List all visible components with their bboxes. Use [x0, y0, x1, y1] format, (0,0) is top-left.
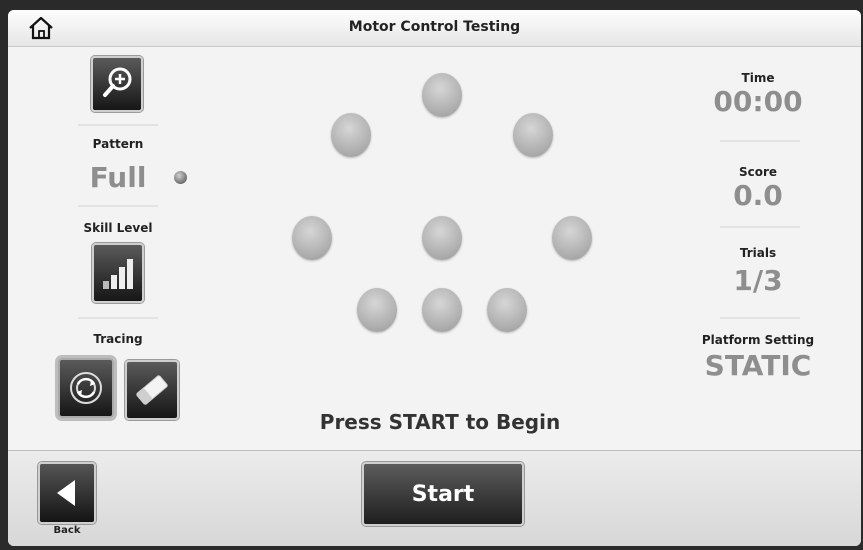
pattern-label: Pattern [92, 137, 144, 151]
skill-level-button[interactable] [92, 243, 144, 303]
pattern-indicator-dot [174, 171, 187, 184]
zoom-in-icon [103, 67, 132, 97]
target-dot-lower-left [357, 288, 397, 332]
target-dot-center [422, 216, 462, 260]
target-dot-upper-right [513, 113, 553, 157]
target-dot-left [292, 216, 332, 260]
score-label: Score [738, 165, 778, 179]
title-bar: Motor Control Testing [8, 10, 861, 47]
target-dot-top [422, 73, 462, 117]
signal-bars-icon [103, 259, 133, 289]
back-label: Back [53, 525, 81, 536]
trace-target-icon [70, 372, 102, 404]
divider [78, 317, 158, 319]
trials-label: Trials [739, 246, 777, 260]
pattern-value[interactable]: Full [63, 161, 173, 194]
target-dot-lower-right [487, 288, 527, 332]
trials-value: 1/3 [733, 264, 783, 297]
divider [78, 124, 158, 126]
app-frame: Motor Control Testing Pattern Full Skill… [8, 10, 861, 546]
score-value: 0.0 [733, 179, 783, 212]
divider [720, 317, 800, 319]
start-prompt: Press START to Begin [319, 410, 561, 434]
back-button[interactable] [38, 462, 96, 524]
platform-setting-value: STATIC [704, 349, 812, 382]
target-dot-right [552, 216, 592, 260]
divider [720, 140, 800, 142]
time-label: Time [741, 71, 775, 85]
zoom-button[interactable] [91, 56, 143, 112]
bottom-bar: Back Start [8, 450, 861, 546]
start-button[interactable]: Start [362, 462, 524, 526]
divider [78, 205, 158, 207]
tracing-label: Tracing [93, 332, 143, 346]
tracing-button[interactable] [58, 358, 114, 418]
page-title: Motor Control Testing [348, 19, 521, 35]
skill-level-label: Skill Level [83, 221, 153, 235]
target-dot-upper-left [331, 113, 371, 157]
back-arrow-icon [57, 480, 75, 506]
time-value: 00:00 [713, 85, 803, 118]
target-dot-bottom [422, 288, 462, 332]
platform-setting-label: Platform Setting [701, 333, 815, 347]
divider [720, 226, 800, 228]
